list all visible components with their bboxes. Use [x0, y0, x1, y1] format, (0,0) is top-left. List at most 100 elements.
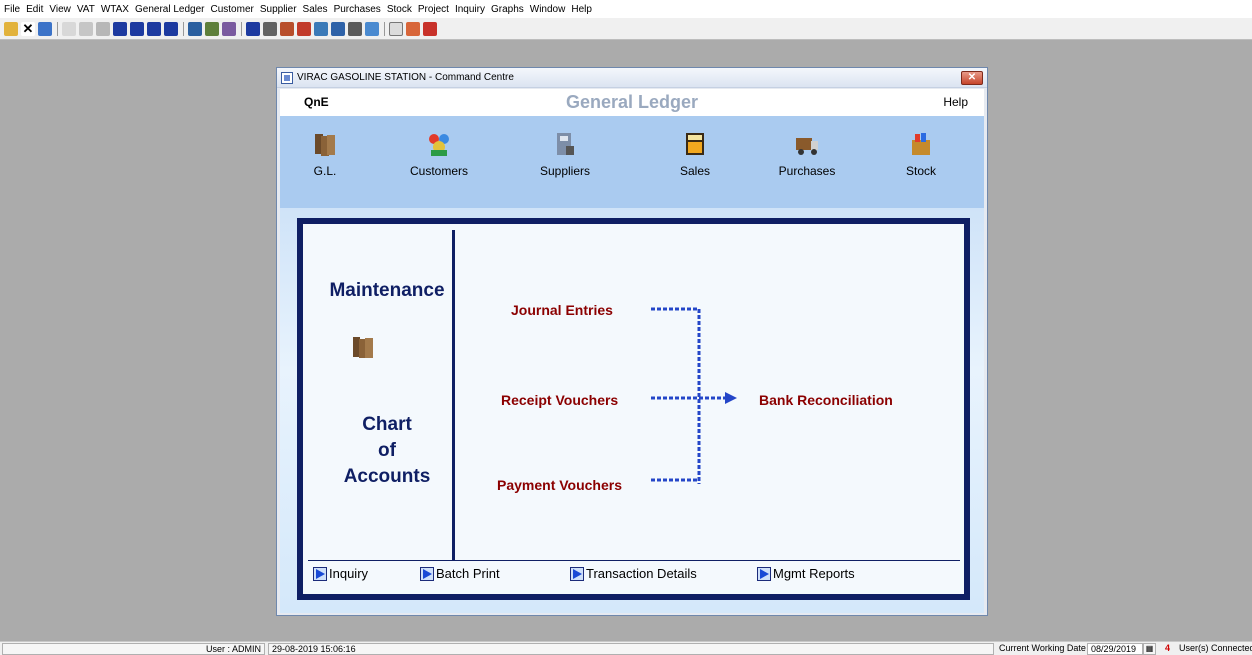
app-icon [281, 71, 293, 84]
batch-print-link[interactable]: Batch Print [420, 566, 500, 581]
play-arrow-icon [420, 566, 434, 581]
module-sales[interactable]: Sales [650, 130, 740, 178]
gl-panel: Maintenance Chart of Accounts Journal En… [297, 218, 970, 600]
folders-icon [311, 130, 339, 158]
print-preview-icon[interactable] [348, 21, 362, 36]
stock-box-icon [907, 130, 935, 158]
export-icon[interactable] [314, 21, 328, 36]
maintenance-label: Maintenance [329, 280, 445, 301]
receipt-vouchers-link[interactable]: Receipt Vouchers [501, 392, 618, 408]
table-c-icon[interactable] [147, 21, 161, 36]
menu-graphs[interactable]: Graphs [491, 4, 524, 15]
chart-line-2: of [378, 440, 396, 461]
transaction-details-link[interactable]: Transaction Details [570, 566, 697, 581]
calendar-icon[interactable]: ▦ [1143, 643, 1156, 655]
truck-icon [793, 130, 821, 158]
page-title: General Ledger [565, 92, 699, 112]
toolbar-separator [241, 21, 242, 36]
chart-of-accounts-link[interactable]: Chart of Accounts [317, 412, 457, 490]
menu-edit[interactable]: Edit [26, 4, 43, 15]
customers-icon [425, 130, 453, 158]
mgmt-reports-link[interactable]: Mgmt Reports [757, 566, 855, 581]
close-x-icon[interactable]: ✕ [21, 21, 35, 36]
forward-icon[interactable] [406, 21, 420, 36]
copy-icon[interactable] [79, 21, 93, 36]
journal-entries-link[interactable]: Journal Entries [511, 302, 613, 318]
window-titlebar[interactable]: VIRAC GASOLINE STATION - Command Centre … [277, 68, 987, 88]
up-folder-icon[interactable] [38, 21, 52, 36]
module-stock[interactable]: Stock [876, 130, 966, 178]
chart-line-3: Accounts [343, 466, 431, 487]
menu-sales[interactable]: Sales [303, 4, 328, 15]
working-date-field[interactable]: 08/29/2019 [1087, 643, 1143, 655]
bank-reconciliation-link[interactable]: Bank Reconciliation [759, 392, 893, 408]
module-label: Customers [409, 164, 468, 178]
open-folder-icon[interactable] [4, 21, 18, 36]
workflow-connector [651, 307, 737, 484]
toolbar-separator [57, 21, 58, 36]
module-bar: G.L. Customers Suppliers Sales Purchases [280, 116, 984, 208]
module-purchases[interactable]: Purchases [762, 130, 852, 178]
play-arrow-icon [570, 566, 584, 581]
report-icon[interactable] [246, 21, 260, 36]
menu-wtax[interactable]: WTAX [101, 4, 129, 15]
module-label: Stock [905, 164, 936, 178]
toolbar-separator [183, 21, 184, 36]
module-customers[interactable]: Customers [394, 130, 484, 178]
calendar-icon[interactable] [365, 21, 379, 36]
menu-vat[interactable]: VAT [77, 4, 95, 15]
play-arrow-icon [313, 566, 327, 581]
tools-icon[interactable] [205, 21, 219, 36]
help-button[interactable]: Help [943, 95, 968, 109]
close-button[interactable]: ✕ [961, 70, 983, 85]
inquiry-label: Inquiry [329, 566, 369, 581]
document-icon[interactable] [389, 21, 403, 36]
table-d-icon[interactable] [164, 21, 178, 36]
edit-doc-icon[interactable] [280, 21, 294, 36]
menu-help[interactable]: Help [571, 4, 592, 15]
print-icon[interactable] [263, 21, 277, 36]
table-b-icon[interactable] [130, 21, 144, 36]
module-label: G.L. [313, 164, 337, 178]
status-bar: User : ADMIN 29-08-2019 15:06:16 Current… [0, 641, 1252, 655]
module-label: Suppliers [539, 164, 591, 178]
menu-window[interactable]: Window [530, 4, 566, 15]
menu-project[interactable]: Project [418, 4, 449, 15]
paste-icon[interactable] [96, 21, 110, 36]
play-arrow-icon [757, 566, 771, 581]
menu-stock[interactable]: Stock [387, 4, 412, 15]
inquiry-link[interactable]: Inquiry [313, 566, 368, 581]
module-label: Purchases [778, 164, 836, 178]
back-icon[interactable] [423, 21, 437, 36]
chart-icon[interactable] [297, 21, 311, 36]
import-icon[interactable] [331, 21, 345, 36]
window-header: QnE General Ledger Help [280, 89, 984, 116]
module-suppliers[interactable]: Suppliers [520, 130, 610, 178]
batch-print-label: Batch Print [436, 566, 500, 581]
chart-line-1: Chart [362, 414, 412, 435]
toolbar-separator [384, 21, 385, 36]
menu-inquiry[interactable]: Inquiry [455, 4, 485, 15]
payment-vouchers-link[interactable]: Payment Vouchers [497, 477, 622, 493]
mgmt-reports-label: Mgmt Reports [773, 566, 855, 581]
menu-bar: File Edit View VAT WTAX General Ledger C… [0, 0, 1252, 18]
window-title: VIRAC GASOLINE STATION - Command Centre [297, 72, 514, 83]
module-gl[interactable]: G.L. [280, 130, 370, 178]
users-connected-label: User(s) Connected. [1179, 643, 1252, 653]
command-centre-window: VIRAC GASOLINE STATION - Command Centre … [276, 67, 988, 616]
menu-general-ledger[interactable]: General Ledger [135, 4, 205, 15]
find-icon[interactable] [188, 21, 202, 36]
suppliers-icon [551, 130, 579, 158]
menu-file[interactable]: File [4, 4, 20, 15]
cut-icon[interactable] [62, 21, 76, 36]
settings-icon[interactable] [222, 21, 236, 36]
status-user: User : ADMIN [2, 643, 265, 655]
menu-customer[interactable]: Customer [210, 4, 253, 15]
menu-view[interactable]: View [49, 4, 71, 15]
chart-of-accounts-icon[interactable] [351, 334, 377, 360]
menu-supplier[interactable]: Supplier [260, 4, 297, 15]
menu-purchases[interactable]: Purchases [334, 4, 381, 15]
module-label: Sales [679, 164, 711, 178]
calculator-icon [681, 130, 709, 158]
table-a-icon[interactable] [113, 21, 127, 36]
